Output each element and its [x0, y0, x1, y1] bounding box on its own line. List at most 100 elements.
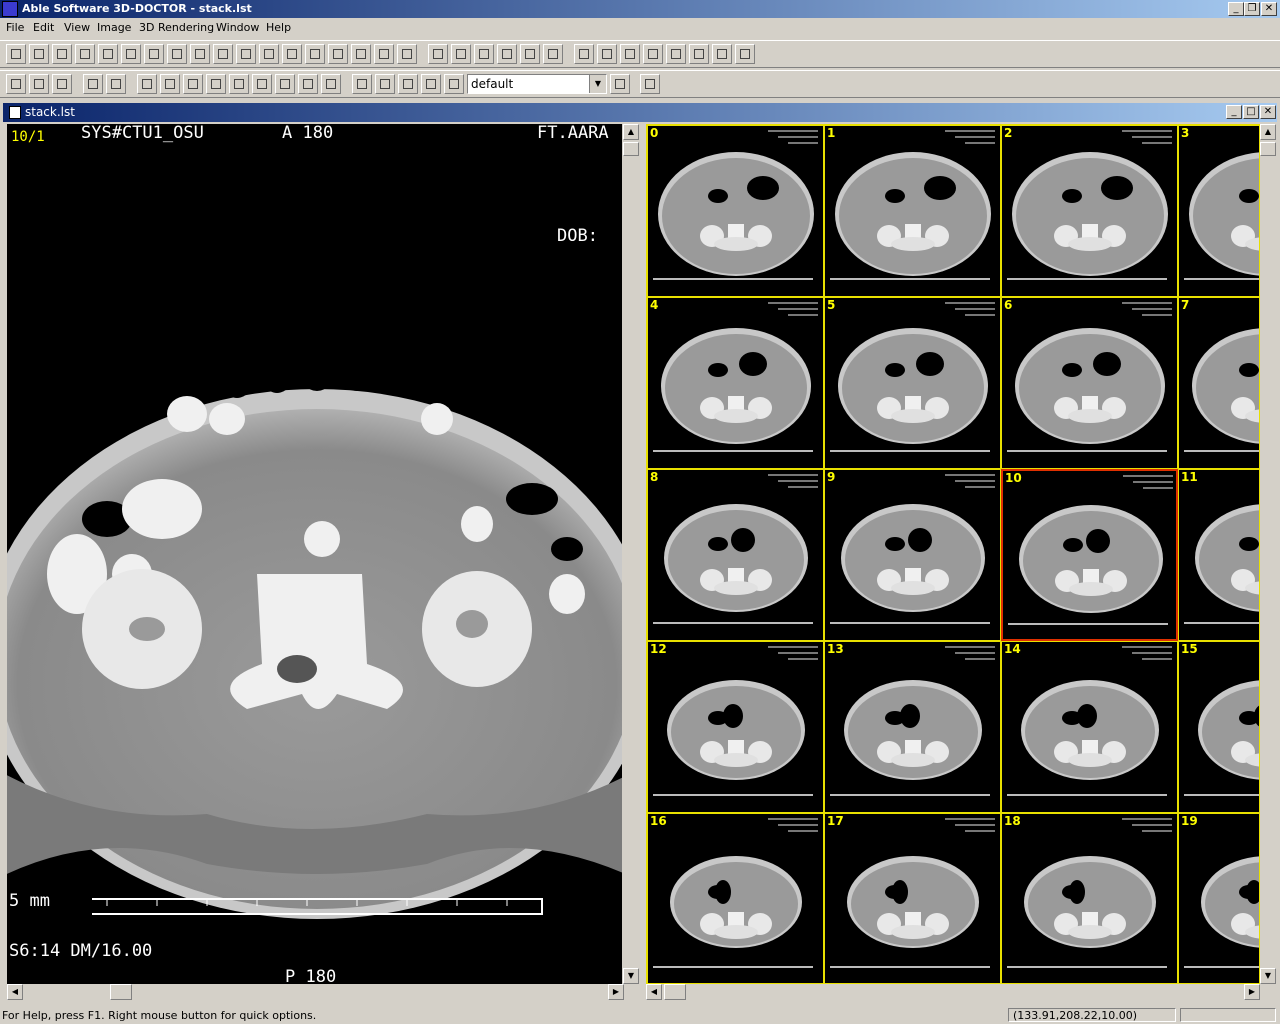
thumbnail-18[interactable]: 18	[1001, 813, 1178, 983]
chevron-down-icon[interactable]: ▼	[589, 75, 606, 93]
zoom-in-button[interactable]	[137, 74, 157, 94]
frame-select-button[interactable]	[375, 74, 395, 94]
help-button[interactable]	[640, 74, 660, 94]
crop-button[interactable]	[374, 44, 394, 64]
montage-button[interactable]	[421, 74, 441, 94]
menu-window[interactable]: Window	[216, 21, 259, 34]
pointer-button[interactable]	[474, 44, 494, 64]
doc-minimize-button[interactable]: _	[1226, 105, 1242, 119]
move-down-button[interactable]	[144, 44, 164, 64]
path-button[interactable]	[574, 44, 594, 64]
thumbnail-13[interactable]: 13	[824, 641, 1001, 813]
thumbnail-5[interactable]: 5	[824, 297, 1001, 469]
up-button[interactable]	[252, 74, 272, 94]
palette-select[interactable]: default ▼	[467, 74, 607, 94]
hscroll-thumb[interactable]	[664, 984, 686, 1000]
document-icon[interactable]	[9, 106, 21, 119]
thumbnail-19[interactable]: 19	[1178, 813, 1259, 983]
line-button[interactable]	[29, 44, 49, 64]
rotate-right-button[interactable]	[321, 74, 341, 94]
menu-help[interactable]: Help	[266, 21, 291, 34]
minimize-button[interactable]: _	[1228, 2, 1244, 16]
slice-view-hscroll[interactable]: ◀ ▶	[7, 984, 624, 1001]
node-button[interactable]	[236, 44, 256, 64]
thumbnail-6[interactable]: 6	[1001, 297, 1178, 469]
arrow-button[interactable]	[106, 74, 126, 94]
slice-view[interactable]: 10/1 SYS#CTU1_OSU A 180 FT.AARA DOB: 5 m…	[7, 124, 622, 984]
rectangle-button[interactable]	[75, 44, 95, 64]
shape-button[interactable]	[666, 44, 686, 64]
thumbnail-9[interactable]: 9	[824, 469, 1001, 641]
save-button[interactable]	[52, 74, 72, 94]
scroll-right-icon[interactable]: ▶	[1244, 984, 1260, 1000]
close-button[interactable]: ✕	[1261, 2, 1277, 16]
undo-button[interactable]	[83, 74, 103, 94]
menu-image[interactable]: Image	[97, 21, 131, 34]
thumbnail-hscroll[interactable]: ◀ ▶	[646, 984, 1260, 1001]
frame-button[interactable]	[305, 44, 325, 64]
grid-button[interactable]	[259, 44, 279, 64]
erase-button[interactable]	[712, 44, 732, 64]
new-file-button[interactable]	[6, 74, 26, 94]
zoom-out-button[interactable]	[160, 74, 180, 94]
thumbnail-15[interactable]: 15	[1178, 641, 1259, 813]
slice-view-vscroll[interactable]: ▲ ▼	[623, 124, 640, 984]
prev-button[interactable]	[206, 74, 226, 94]
move-up-button[interactable]	[121, 44, 141, 64]
render-button[interactable]	[352, 74, 372, 94]
ellipse-button[interactable]	[98, 44, 118, 64]
doc-maximize-button[interactable]: □	[1243, 105, 1259, 119]
select-button[interactable]	[6, 44, 26, 64]
cross-button[interactable]	[190, 44, 210, 64]
square-button[interactable]	[282, 44, 302, 64]
brush-button[interactable]	[451, 44, 471, 64]
app-icon[interactable]	[2, 1, 18, 17]
polyline-button[interactable]	[167, 44, 187, 64]
chart-button[interactable]	[735, 44, 755, 64]
thumbnail-11[interactable]: 11	[1178, 469, 1259, 641]
thumbnail-10[interactable]: 10	[1001, 469, 1178, 641]
thumbnail-1[interactable]: 1	[824, 125, 1001, 297]
menu-edit[interactable]: Edit	[33, 21, 54, 34]
histogram-button[interactable]	[397, 44, 417, 64]
calculator-button[interactable]	[543, 44, 563, 64]
scroll-up-icon[interactable]: ▲	[623, 124, 639, 140]
rotate-left-button[interactable]	[298, 74, 318, 94]
curve-button[interactable]	[52, 44, 72, 64]
menu-view[interactable]: View	[64, 21, 90, 34]
thumbnail-4[interactable]: 4	[647, 297, 824, 469]
hscroll-thumb[interactable]	[110, 984, 132, 1000]
scroll-up-icon[interactable]: ▲	[1260, 124, 1276, 140]
fit-button[interactable]	[183, 74, 203, 94]
scroll-thumb[interactable]	[623, 142, 639, 156]
scroll-down-icon[interactable]: ▼	[623, 968, 639, 984]
thumbnail-3[interactable]: 3	[1178, 125, 1259, 297]
restore-button[interactable]: ❐	[1244, 2, 1260, 16]
open-folder-button[interactable]	[29, 74, 49, 94]
menu-file[interactable]: File	[6, 21, 24, 34]
link-button[interactable]	[444, 74, 464, 94]
circle-button[interactable]	[643, 44, 663, 64]
palette-button[interactable]	[610, 74, 630, 94]
thumbnail-7[interactable]: 7	[1178, 297, 1259, 469]
scroll-left-icon[interactable]: ◀	[646, 984, 662, 1000]
thumbnail-8[interactable]: 8	[647, 469, 824, 641]
next-button[interactable]	[229, 74, 249, 94]
table-button[interactable]	[351, 44, 371, 64]
doc-close-button[interactable]: ✕	[1260, 105, 1276, 119]
rect-edit-button[interactable]	[620, 44, 640, 64]
thumbnail-17[interactable]: 17	[824, 813, 1001, 983]
thumbnail-0[interactable]: 0	[647, 125, 824, 297]
thumbnail-12[interactable]: 12	[647, 641, 824, 813]
scroll-right-icon[interactable]: ▶	[608, 984, 624, 1000]
image-button[interactable]	[497, 44, 517, 64]
thumbnail-2[interactable]: 2	[1001, 125, 1178, 297]
thumbnail-14[interactable]: 14	[1001, 641, 1178, 813]
thumbnail-16[interactable]: 16	[647, 813, 824, 983]
thumbnail-vscroll[interactable]: ▲ ▼	[1260, 124, 1277, 984]
box-button[interactable]	[213, 44, 233, 64]
scroll-down-icon[interactable]: ▼	[1260, 968, 1276, 984]
minus-button[interactable]	[398, 74, 418, 94]
ellipse-edit-button[interactable]	[597, 44, 617, 64]
menu-3d-rendering[interactable]: 3D Rendering	[139, 21, 214, 34]
